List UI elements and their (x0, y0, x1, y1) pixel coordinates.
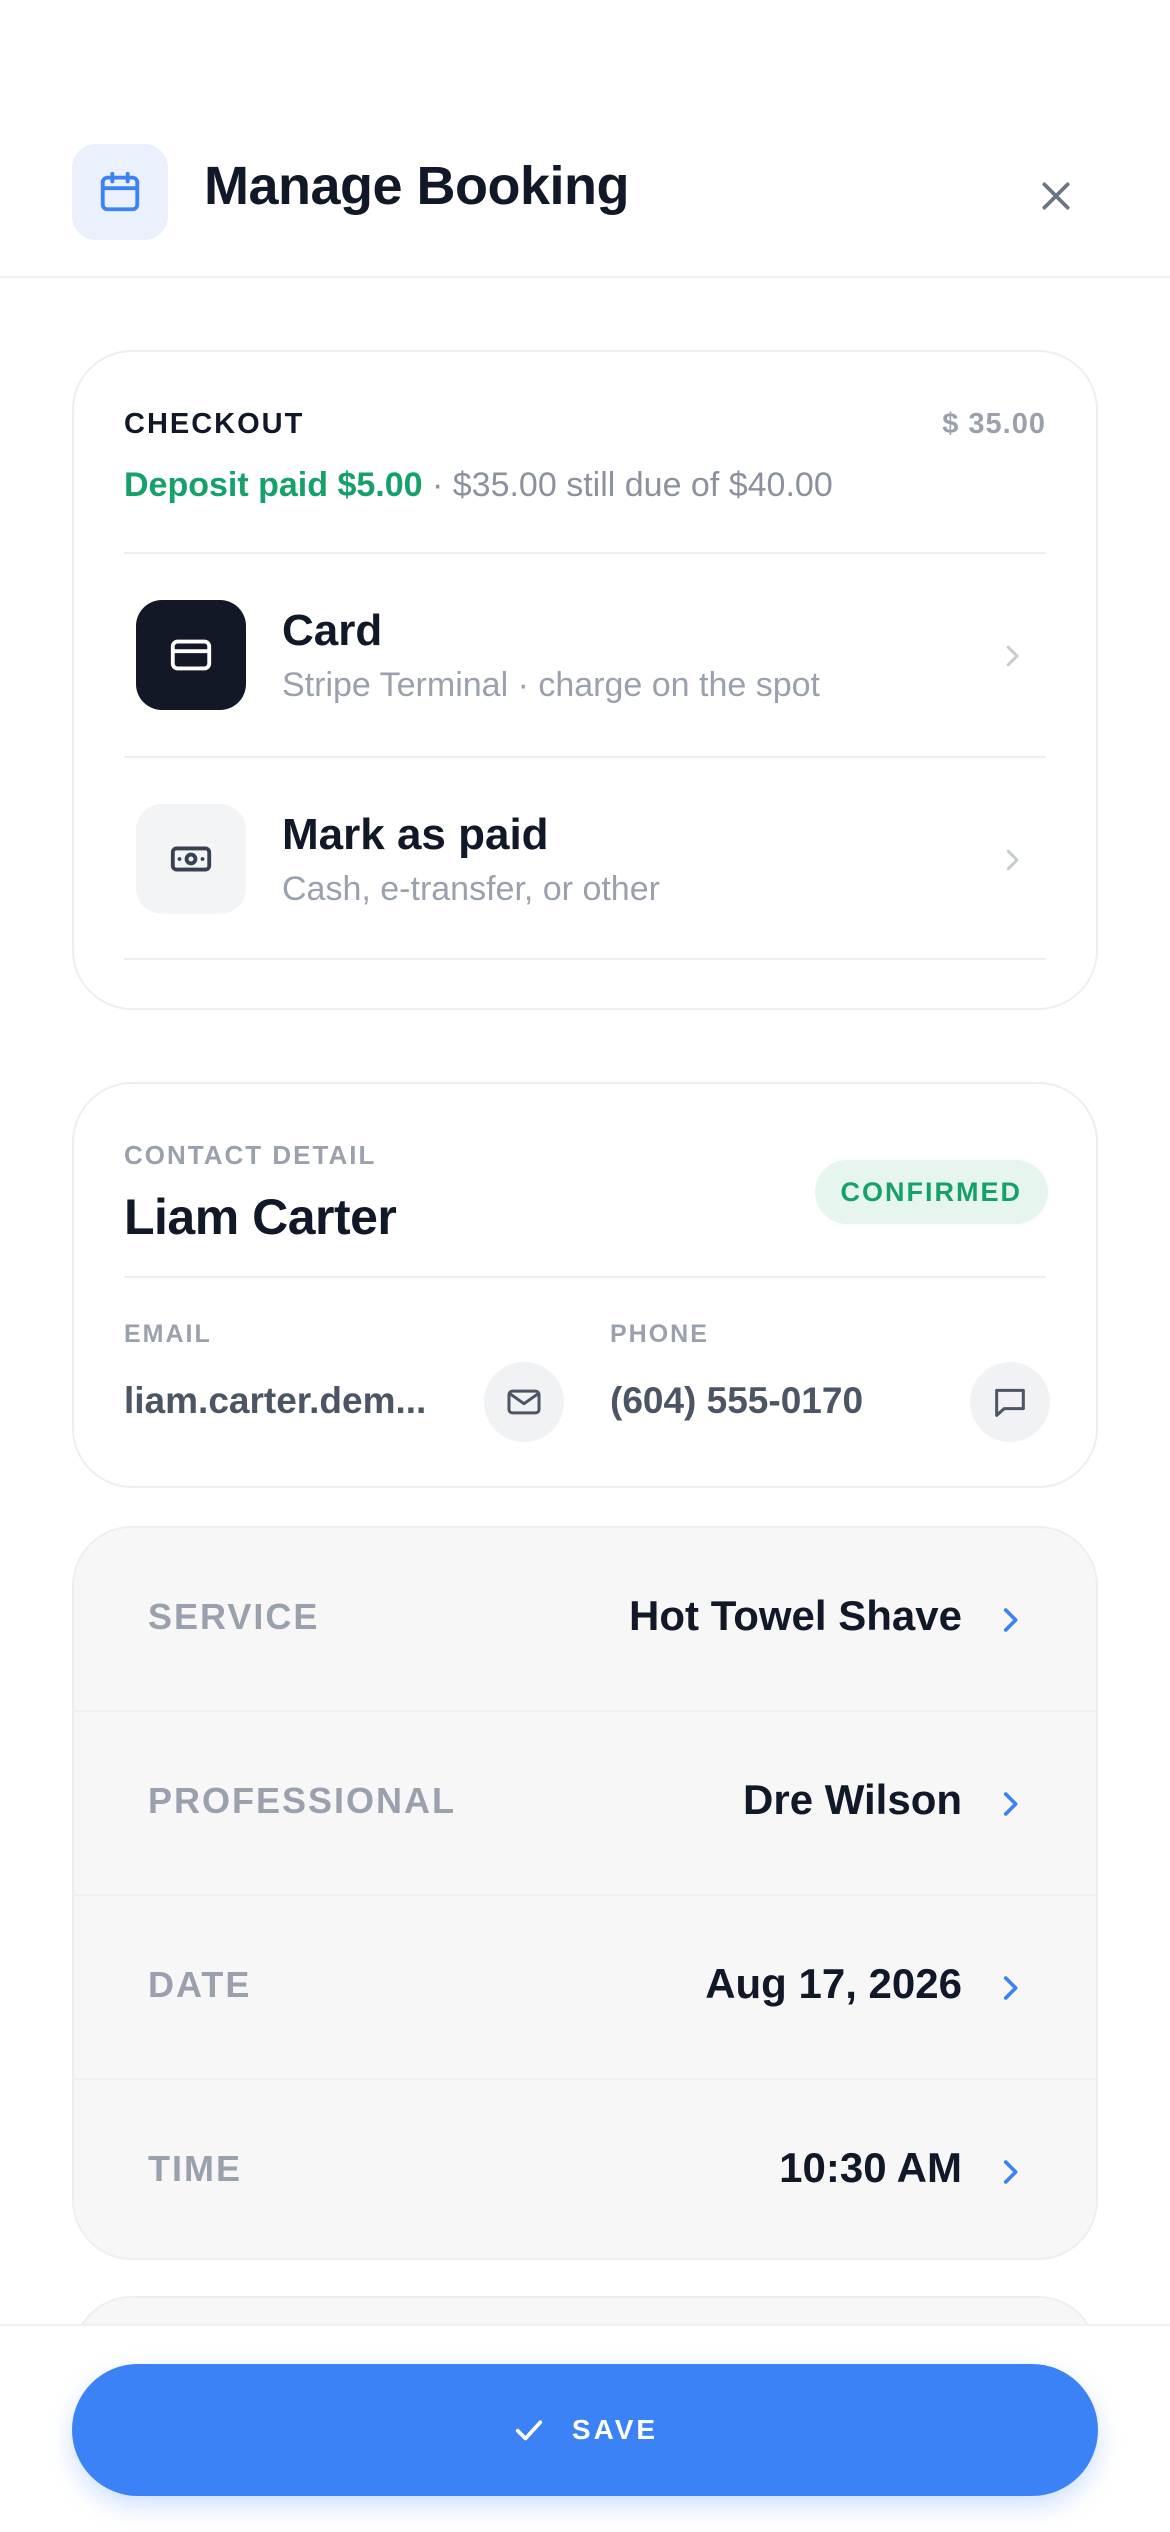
contact-name: Liam Carter (124, 1189, 397, 1245)
chevron-right-icon (990, 1968, 1030, 2008)
phone-label: PHONE (610, 1320, 709, 1348)
email-button[interactable] (484, 1362, 564, 1442)
booking-details-card: SERVICE Hot Towel Shave PROFESSIONAL Dre… (72, 1526, 1098, 2260)
chevron-right-icon (992, 636, 1032, 676)
service-value: Hot Towel Shave (629, 1592, 962, 1639)
close-button[interactable] (1026, 166, 1086, 226)
phone-value: (604) 555-0170 (610, 1380, 864, 1421)
payment-summary: Deposit paid $5.00 · $35.00 still due of… (124, 466, 833, 505)
professional-value: Dre Wilson (743, 1776, 962, 1823)
page-title: Manage Booking (204, 156, 630, 216)
payment-option-title: Card (282, 606, 383, 655)
chevron-right-icon (990, 1784, 1030, 1824)
payment-option-description: Cash, e-transfer, or other (282, 870, 660, 908)
message-icon (995, 1388, 1025, 1417)
professional-label: PROFESSIONAL (148, 1780, 457, 1821)
payment-option-card[interactable]: Card Stripe Terminal · charge on the spo… (124, 554, 1046, 756)
divider (124, 1276, 1046, 1278)
chevron-right-icon (990, 2152, 1030, 2192)
mail-icon (507, 1389, 541, 1415)
contact-card: CONTACT DETAIL Liam Carter CONFIRMED EMA… (72, 1082, 1098, 1488)
message-button[interactable] (970, 1362, 1050, 1442)
date-value: Aug 17, 2026 (705, 1960, 962, 2007)
checkout-amount: $ 35.00 (942, 408, 1046, 440)
close-icon (1042, 182, 1070, 210)
contact-label: CONTACT DETAIL (124, 1140, 377, 1170)
payment-option-mark-paid[interactable]: Mark as paid Cash, e-transfer, or other (124, 758, 1046, 960)
email-value: liam.carter.dem... (124, 1380, 427, 1421)
save-button[interactable]: SAVE (72, 2364, 1098, 2496)
divider (124, 958, 1046, 960)
payment-option-description: Stripe Terminal · charge on the spot (282, 666, 820, 704)
date-label: DATE (148, 1964, 252, 2005)
checkout-card: CHECKOUT $ 35.00 Deposit paid $5.00 · $3… (72, 350, 1098, 1010)
email-label: EMAIL (124, 1320, 212, 1348)
check-icon (515, 2420, 543, 2441)
due-text: · $35.00 still due of $40.00 (422, 466, 833, 504)
time-value: 10:30 AM (779, 2144, 962, 2191)
credit-card-icon (136, 600, 246, 710)
time-label: TIME (148, 2148, 242, 2189)
chevron-right-icon (990, 1600, 1030, 1640)
time-row[interactable]: TIME 10:30 AM (74, 2080, 1096, 2258)
deposit-text: Deposit paid $5.00 (124, 466, 423, 504)
footer-bar: SAVE (0, 2324, 1170, 2532)
status-badge: CONFIRMED (814, 1160, 1048, 1224)
service-label: SERVICE (148, 1596, 320, 1637)
chevron-right-icon (992, 840, 1032, 880)
header: Manage Booking (0, 0, 1170, 278)
service-row[interactable]: SERVICE Hot Towel Shave (74, 1528, 1096, 1711)
payment-option-title: Mark as paid (282, 810, 549, 859)
cash-icon (136, 804, 246, 914)
save-label: SAVE (571, 2414, 659, 2445)
professional-row[interactable]: PROFESSIONAL Dre Wilson (74, 1712, 1096, 1895)
calendar-icon (72, 144, 168, 240)
checkout-title: CHECKOUT (124, 408, 305, 440)
date-row[interactable]: DATE Aug 17, 2026 (74, 1896, 1096, 2079)
